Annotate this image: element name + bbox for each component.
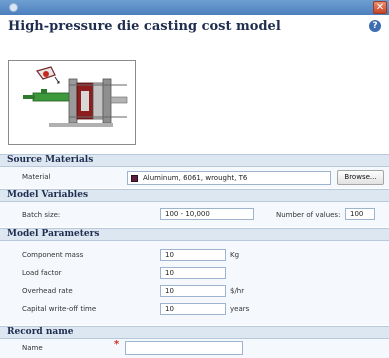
browse-button[interactable]: Browse... (337, 170, 384, 185)
model-variables-header: Model Variables (0, 189, 389, 202)
source-materials-header: Source Materials (0, 154, 389, 167)
dialog-header: High-pressure die casting cost model ? (0, 15, 389, 38)
component-mass-input[interactable]: 10 (160, 249, 226, 261)
name-label: Name (22, 344, 43, 352)
model-parameters-heading: Model Parameters (7, 229, 100, 239)
record-name-row: Name * (0, 339, 389, 358)
component-mass-label: Component mass (22, 251, 84, 259)
record-name-header: Record name (0, 326, 389, 339)
app-icon (9, 3, 18, 12)
material-label: Material (22, 173, 51, 181)
batch-size-label: Batch size: (22, 211, 61, 219)
model-parameters-body: Component mass 10 Kg Load factor 10 Over… (0, 241, 389, 325)
cost-model-window: ✕ High-pressure die casting cost model ? (0, 0, 389, 358)
load-factor-input[interactable]: 10 (160, 267, 226, 279)
page-title: High-pressure die casting cost model (8, 19, 281, 34)
die-casting-illustration (8, 60, 136, 145)
component-mass-unit: Kg (230, 251, 240, 259)
overhead-rate-unit: $/hr (230, 287, 245, 295)
die-casting-machine-icon (23, 66, 128, 127)
material-row: Material Aluminum, 6061, wrought, T6 Bro… (0, 167, 389, 188)
material-value: Aluminum, 6061, wrought, T6 (143, 174, 248, 182)
material-field[interactable]: Aluminum, 6061, wrought, T6 (127, 171, 331, 185)
number-of-values-input[interactable]: 100 (345, 208, 375, 220)
batch-size-row: Batch size: 100 - 10,000 Number of value… (0, 202, 389, 227)
capital-write-off-label: Capital write-off time (22, 305, 97, 313)
record-name-input[interactable] (125, 341, 243, 355)
required-marker: * (114, 339, 120, 350)
help-icon[interactable]: ? (369, 20, 381, 32)
load-factor-label: Load factor (22, 269, 62, 277)
capital-write-off-input[interactable]: 10 (160, 303, 226, 315)
overhead-rate-input[interactable]: 10 (160, 285, 226, 297)
material-color-swatch (131, 175, 138, 182)
window-titlebar[interactable]: ✕ (0, 0, 389, 15)
close-button[interactable]: ✕ (373, 1, 387, 14)
capital-write-off-unit: years (230, 305, 250, 313)
overhead-rate-label: Overhead rate (22, 287, 73, 295)
record-name-heading: Record name (7, 327, 74, 337)
number-of-values-label: Number of values: (276, 211, 341, 219)
model-parameters-header: Model Parameters (0, 228, 389, 241)
model-variables-heading: Model Variables (7, 190, 89, 200)
batch-size-input[interactable]: 100 - 10,000 (160, 208, 254, 220)
source-materials-heading: Source Materials (7, 155, 94, 165)
